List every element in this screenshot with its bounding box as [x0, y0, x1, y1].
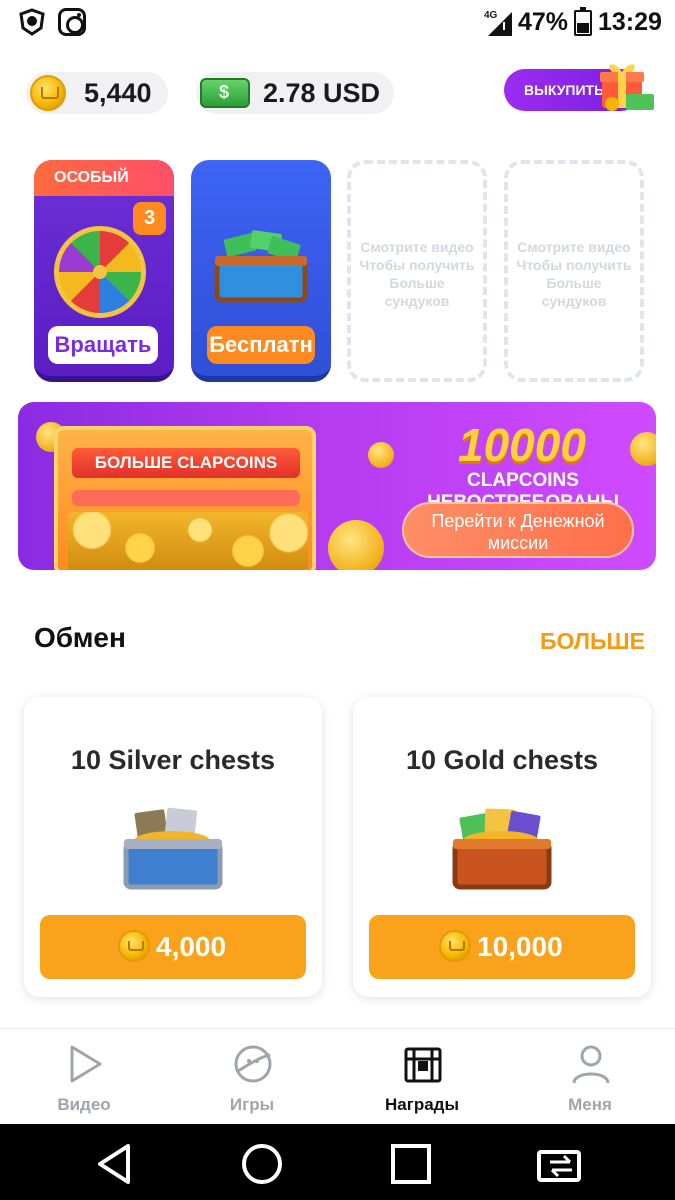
buy-gold-chests-button[interactable]: 10,000 — [369, 915, 635, 979]
cash-chest-icon — [214, 230, 308, 303]
nav-label: Награды — [385, 1095, 459, 1114]
cash-balance[interactable]: 2.78 USD — [196, 72, 394, 114]
recents-icon[interactable] — [389, 1142, 433, 1186]
free-chest-slot[interactable]: Бесплатн — [191, 160, 331, 382]
coin-pile — [68, 512, 308, 570]
nav-label: Меня — [568, 1095, 612, 1114]
gold-chest-icon — [452, 808, 552, 890]
empty-chest-slot[interactable]: Смотрите видео Чтобы получить Больше сун… — [504, 160, 644, 382]
redeem-button-label: ВЫКУПИТЬ — [524, 82, 605, 98]
special-tag-label: ОСОБЫЙ — [54, 169, 129, 186]
status-bar: 4G 47% 13:29 — [0, 0, 675, 46]
shield-app-icon — [19, 8, 45, 36]
cash-balance-value: 2.78 USD — [263, 78, 381, 108]
gold-chests-card[interactable]: 10 Gold chests 10,000 — [353, 697, 651, 997]
coin-decoration — [368, 442, 394, 468]
nav-item-video[interactable]: Видео — [0, 1029, 168, 1125]
signal-icon — [488, 12, 512, 36]
exchange-more-link[interactable]: БОЛЬШЕ — [540, 628, 645, 655]
nav-label: Видео — [57, 1095, 111, 1114]
card-title: 10 Silver chests — [70, 745, 276, 775]
battery-icon — [574, 7, 592, 36]
money-mission-button[interactable]: Перейти к Денежной миссии — [402, 502, 634, 558]
card-price: 4,000 — [156, 931, 227, 962]
nav-item-profile[interactable]: Меня — [506, 1029, 674, 1125]
coin-box-illustration: БОЛЬШЕ CLAPCOINS — [54, 426, 316, 570]
system-nav-bar — [0, 1124, 675, 1200]
coin-icon — [118, 930, 150, 962]
spin-count-badge: 3 — [133, 202, 166, 235]
coin-decoration — [328, 520, 384, 570]
special-tag: ОСОБЫЙ — [34, 160, 174, 196]
money-mission-banner[interactable]: БОЛЬШЕ CLAPCOINS 10000 CLAPCOINS НЕВОСТР… — [18, 402, 656, 570]
card-price: 10,000 — [477, 931, 563, 962]
coin-balance-value: 5,440 — [84, 78, 152, 108]
silver-chest-icon — [123, 807, 223, 890]
treasure-chest-icon — [404, 1047, 442, 1083]
nav-label: Игры — [229, 1095, 275, 1114]
silver-chests-card[interactable]: 10 Silver chests 4,000 — [24, 697, 322, 997]
nav-item-rewards[interactable]: Награды — [338, 1029, 506, 1125]
empty-slot-text: Смотрите видео Чтобы получить Больше сун… — [516, 239, 632, 309]
empty-chest-slot[interactable]: Смотрите видео Чтобы получить Больше сун… — [347, 160, 487, 382]
coin-box-label: БОЛЬШЕ CLAPCOINS — [72, 448, 300, 478]
instagram-icon — [58, 8, 86, 36]
banner-amount: 10000 — [458, 419, 586, 471]
coin-box-label-text: БОЛЬШЕ CLAPCOINS — [94, 453, 278, 472]
clock: 13:29 — [598, 8, 662, 36]
bottom-nav: Видео Игры Награды Меня — [0, 1028, 675, 1124]
buy-silver-chests-button[interactable]: 4,000 — [40, 915, 306, 979]
battery-percent: 47% — [518, 8, 569, 36]
person-icon — [572, 1045, 610, 1084]
nav-item-games[interactable]: Игры — [168, 1029, 336, 1125]
exchange-title: Обмен — [34, 622, 126, 653]
play-icon — [70, 1045, 102, 1083]
coin-balance[interactable]: 5,440 — [26, 72, 168, 114]
switch-apps-icon[interactable] — [536, 1142, 586, 1186]
cash-icon — [200, 78, 250, 108]
spin-wheel-slot[interactable]: ОСОБЫЙ 3 Вращать — [34, 160, 174, 382]
coin-decoration — [630, 432, 656, 466]
coin-icon — [30, 75, 66, 111]
gift-icon[interactable] — [596, 58, 656, 112]
empty-slot-text: Смотрите видео Чтобы получить Больше сун… — [359, 239, 475, 309]
back-icon[interactable] — [92, 1142, 136, 1186]
card-title: 10 Gold chests — [405, 745, 599, 775]
coin-icon — [439, 930, 471, 962]
free-chest-button[interactable]: Бесплатн — [207, 326, 315, 364]
spin-button[interactable]: Вращать — [48, 326, 158, 364]
home-icon[interactable] — [240, 1142, 284, 1186]
fortune-wheel-icon — [54, 226, 146, 318]
coin-box-bar — [72, 490, 300, 506]
planet-icon — [234, 1045, 272, 1083]
